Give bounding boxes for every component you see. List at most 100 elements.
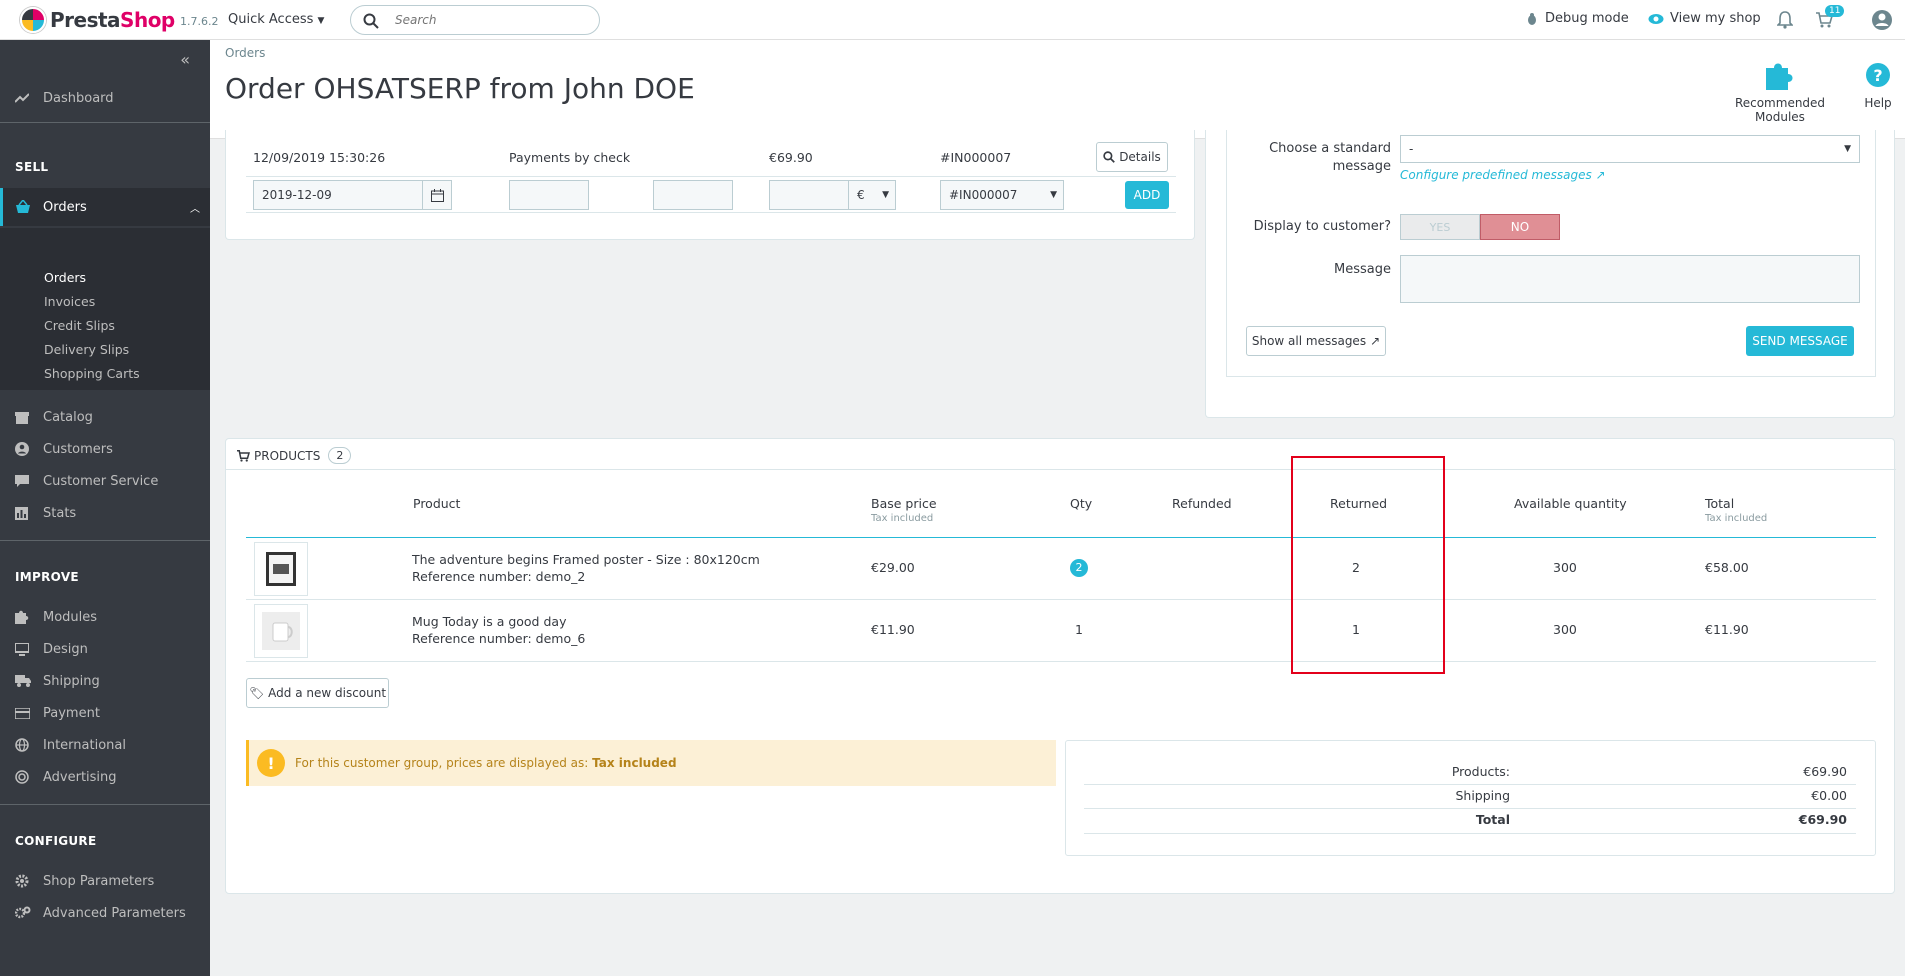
product-thumbnail[interactable] bbox=[254, 604, 308, 658]
product-thumbnail[interactable] bbox=[254, 542, 308, 596]
search-input[interactable] bbox=[395, 11, 585, 29]
recommended-modules-button[interactable]: Recommended Modules bbox=[1710, 62, 1850, 124]
sidebar: « Dashboard SELL Orders ︿ Orders Invoice… bbox=[0, 40, 210, 976]
totals-total-value: €69.90 bbox=[1798, 812, 1847, 827]
toggle-yes[interactable]: YES bbox=[1400, 214, 1480, 240]
caret-down-icon: ▼ bbox=[1050, 190, 1057, 200]
product-total: €58.00 bbox=[1705, 560, 1749, 575]
add-payment-button[interactable]: ADD bbox=[1125, 181, 1169, 209]
prestashop-logo[interactable]: PrestaShop bbox=[20, 7, 175, 33]
bar-chart-icon bbox=[15, 506, 43, 520]
submenu-credit-slips[interactable]: Credit Slips bbox=[44, 318, 115, 333]
product-base-price: €11.90 bbox=[871, 622, 915, 637]
message-label: Message bbox=[1334, 262, 1391, 277]
sidebar-item-dashboard[interactable]: Dashboard bbox=[0, 83, 210, 113]
debug-mode[interactable]: Debug mode bbox=[1525, 11, 1629, 26]
sidebar-item-design[interactable]: Design bbox=[0, 634, 210, 664]
page-title: Order OHSATSERP from John DOE bbox=[225, 72, 695, 105]
column-header-product: Product bbox=[413, 496, 461, 511]
sidebar-item-label: Customer Service bbox=[43, 473, 159, 489]
sidebar-item-customer-service[interactable]: Customer Service bbox=[0, 466, 210, 496]
credit-card-icon bbox=[15, 707, 43, 719]
product-total: €11.90 bbox=[1705, 622, 1749, 637]
collapse-sidebar-icon[interactable]: « bbox=[180, 50, 190, 69]
transaction-id-input[interactable] bbox=[653, 180, 733, 210]
returned-column-highlight bbox=[1291, 456, 1445, 674]
currency-select[interactable]: € ▼ bbox=[848, 180, 896, 210]
logo-text: PrestaShop bbox=[50, 8, 175, 32]
divider bbox=[0, 804, 210, 805]
sidebar-item-label: Payment bbox=[43, 705, 100, 721]
payment-method-input[interactable] bbox=[509, 180, 589, 210]
user-account-icon[interactable] bbox=[1871, 9, 1893, 31]
submenu-invoices[interactable]: Invoices bbox=[44, 294, 95, 309]
configure-messages-link[interactable]: Configure predefined messages ↗ bbox=[1400, 168, 1606, 182]
sidebar-item-orders[interactable]: Orders ︿ bbox=[0, 188, 210, 226]
gear-icon bbox=[15, 874, 43, 888]
divider bbox=[246, 599, 1876, 600]
sidebar-item-customers[interactable]: Customers bbox=[0, 434, 210, 464]
submenu-shopping-carts[interactable]: Shopping Carts bbox=[44, 366, 140, 381]
sidebar-item-payment[interactable]: Payment bbox=[0, 698, 210, 728]
caret-down-icon: ▼ bbox=[1844, 144, 1851, 154]
payment-date-input[interactable]: 2019-12-09 bbox=[253, 180, 423, 210]
add-discount-button[interactable]: 🏷 Add a new discount bbox=[246, 678, 389, 708]
product-name-link[interactable]: The adventure begins Framed poster - Siz… bbox=[412, 552, 760, 567]
sidebar-item-advanced-parameters[interactable]: Advanced Parameters bbox=[0, 898, 210, 928]
divider bbox=[246, 661, 1876, 662]
divider bbox=[0, 540, 210, 541]
amount-input[interactable] bbox=[769, 180, 849, 210]
sidebar-item-advertising[interactable]: Advertising bbox=[0, 762, 210, 792]
divider bbox=[246, 212, 1176, 213]
toggle-no[interactable]: NO bbox=[1480, 214, 1560, 240]
show-all-messages-button[interactable]: Show all messages ↗ bbox=[1246, 326, 1386, 356]
submenu-orders[interactable]: Orders bbox=[44, 270, 86, 285]
column-header-available-quantity: Available quantity bbox=[1514, 496, 1627, 511]
invoice-select[interactable]: #IN000007 ▼ bbox=[940, 180, 1064, 210]
sidebar-item-international[interactable]: International bbox=[0, 730, 210, 760]
quick-access-dropdown[interactable]: Quick Access ▼ bbox=[228, 12, 324, 27]
product-reference: Reference number: demo_2 bbox=[412, 569, 586, 584]
breadcrumb[interactable]: Orders bbox=[225, 46, 265, 60]
external-link-icon: ↗ bbox=[1595, 168, 1606, 182]
caret-down-icon: ▼ bbox=[317, 16, 325, 26]
sidebar-item-shipping[interactable]: Shipping bbox=[0, 666, 210, 696]
help-button[interactable]: ? Help bbox=[1858, 62, 1898, 110]
payment-method: Payments by check bbox=[509, 150, 631, 165]
calendar-icon[interactable] bbox=[422, 180, 452, 210]
product-name-link[interactable]: Mug Today is a good day bbox=[412, 614, 566, 629]
totals-shipping-label: Shipping bbox=[1455, 788, 1510, 803]
monitor-icon bbox=[15, 642, 43, 656]
sidebar-item-modules[interactable]: Modules bbox=[0, 602, 210, 632]
divider bbox=[226, 469, 1896, 470]
tag-icon: 🏷 bbox=[248, 686, 265, 700]
sidebar-item-catalog[interactable]: Catalog bbox=[0, 402, 210, 432]
payment-date: 12/09/2019 15:30:26 bbox=[253, 150, 386, 165]
section-improve: IMPROVE bbox=[15, 570, 79, 584]
gears-icon bbox=[15, 906, 43, 920]
divider bbox=[1084, 808, 1856, 809]
search-box[interactable] bbox=[350, 5, 600, 35]
store-icon bbox=[15, 411, 43, 424]
warning-icon: ! bbox=[257, 749, 285, 777]
view-my-shop-link[interactable]: View my shop bbox=[1648, 11, 1761, 26]
submenu-delivery-slips[interactable]: Delivery Slips bbox=[44, 342, 129, 357]
tax-notice-alert: ! For this customer group, prices are di… bbox=[246, 740, 1056, 786]
payment-invoice: #IN000007 bbox=[940, 150, 1012, 165]
bell-icon[interactable] bbox=[1777, 11, 1793, 29]
sidebar-item-stats[interactable]: Stats bbox=[0, 498, 210, 528]
send-message-button[interactable]: SEND MESSAGE bbox=[1746, 326, 1854, 356]
column-header-qty: Qty bbox=[1070, 496, 1093, 511]
totals-total-label: Total bbox=[1475, 812, 1510, 827]
section-sell: SELL bbox=[15, 160, 49, 174]
standard-message-select[interactable]: - ▼ bbox=[1400, 135, 1860, 163]
message-textarea[interactable] bbox=[1400, 255, 1860, 303]
sidebar-item-label: Stats bbox=[43, 505, 77, 521]
sidebar-item-label: Dashboard bbox=[43, 90, 114, 106]
sidebar-item-label: Advertising bbox=[43, 769, 117, 785]
user-icon bbox=[15, 442, 43, 456]
sidebar-item-label: Modules bbox=[43, 609, 98, 625]
details-button[interactable]: Details bbox=[1096, 142, 1168, 172]
sidebar-item-shop-parameters[interactable]: Shop Parameters bbox=[0, 866, 210, 896]
table-header-border bbox=[246, 537, 1876, 538]
